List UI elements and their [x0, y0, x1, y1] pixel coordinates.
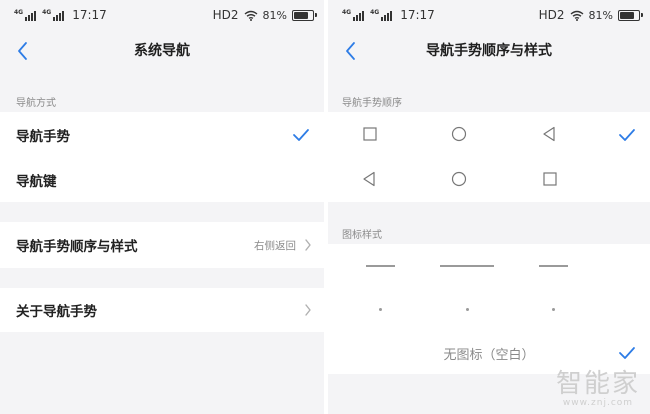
- order-style-row[interactable]: 导航手势顺序与样式 右侧返回: [0, 222, 324, 268]
- line-bar-icon: [440, 265, 494, 267]
- system-navigation-screen: 4G 4G 17:17 HD2 81% 系统导航 导航方式 导航手势 导航键 导…: [0, 0, 324, 414]
- square-icon: [535, 167, 565, 191]
- signal-icon: 4G: [14, 9, 37, 21]
- section-label-gesture-order: 导航手势顺序: [342, 98, 402, 109]
- gesture-order-style-screen: 4G 4G 17:17 HD2 81% 导航手势顺序与样式 导航手势顺序 图标样…: [328, 0, 650, 414]
- circle-icon: [444, 122, 474, 146]
- battery-fill: [294, 11, 308, 19]
- about-panel: 关于导航手势: [0, 288, 324, 332]
- option-nav-keys-label: 导航键: [16, 173, 57, 190]
- checkmark-icon: [293, 128, 309, 141]
- dot-icon: [379, 308, 382, 311]
- dot-icon: [552, 308, 555, 311]
- signal-icon: 4G: [370, 9, 393, 21]
- status-time: 17:17: [72, 8, 107, 22]
- gesture-order-option-1[interactable]: [328, 112, 650, 157]
- chevron-right-icon: [305, 239, 311, 251]
- page-title: 系统导航: [134, 43, 190, 59]
- status-bar: 4G 4G 17:17 HD2 81%: [328, 0, 650, 30]
- icon-style-none-label: 无图标（空白）: [443, 347, 535, 363]
- order-style-panel: 导航手势顺序与样式 右侧返回: [0, 222, 324, 268]
- signal-icon: 4G: [342, 9, 365, 21]
- hd-indicator: HD2: [212, 8, 239, 22]
- chevron-right-icon: [305, 304, 311, 316]
- dot-icon: [466, 308, 469, 311]
- battery-fill: [620, 11, 634, 19]
- page-title: 导航手势顺序与样式: [426, 43, 552, 59]
- option-nav-keys[interactable]: 导航键: [0, 157, 324, 202]
- gesture-order-option-2[interactable]: [328, 157, 650, 202]
- icon-style-lines[interactable]: [328, 244, 650, 288]
- checkmark-icon: [619, 347, 635, 359]
- order-style-label: 导航手势顺序与样式: [16, 239, 138, 255]
- wifi-icon: [570, 10, 583, 21]
- title-bar: 导航手势顺序与样式: [328, 30, 650, 70]
- order-style-value: 右侧返回: [254, 239, 296, 252]
- section-label-nav-mode: 导航方式: [16, 98, 56, 109]
- gesture-order-panel: [328, 112, 650, 202]
- checkmark-icon: [619, 128, 635, 141]
- option-gesture[interactable]: 导航手势: [0, 112, 324, 157]
- about-gesture-row[interactable]: 关于导航手势: [0, 288, 324, 332]
- battery-percent: 81%: [588, 8, 613, 22]
- icon-style-dots[interactable]: [328, 288, 650, 332]
- option-gesture-label: 导航手势: [16, 128, 70, 145]
- section-label-icon-style: 图标样式: [342, 230, 382, 241]
- triangle-left-icon: [534, 122, 564, 146]
- title-bar: 系统导航: [0, 30, 324, 70]
- status-bar: 4G 4G 17:17 HD2 81%: [0, 0, 324, 30]
- battery-percent: 81%: [262, 8, 287, 22]
- nav-mode-panel: 导航手势 导航键: [0, 112, 324, 202]
- battery-icon: [618, 9, 643, 21]
- line-bar-icon: [366, 265, 395, 267]
- watermark-logo: 智能家 www.znj.com: [555, 369, 640, 408]
- signal-icon: 4G: [42, 9, 65, 21]
- about-gesture-label: 关于导航手势: [16, 304, 97, 320]
- triangle-left-icon: [354, 167, 384, 191]
- battery-icon: [292, 9, 317, 21]
- icon-style-panel: 无图标（空白）: [328, 244, 650, 374]
- square-icon: [355, 122, 385, 146]
- wifi-icon: [244, 10, 257, 21]
- status-time: 17:17: [400, 8, 435, 22]
- hd-indicator: HD2: [538, 8, 565, 22]
- circle-icon: [444, 167, 474, 191]
- line-bar-icon: [539, 265, 568, 267]
